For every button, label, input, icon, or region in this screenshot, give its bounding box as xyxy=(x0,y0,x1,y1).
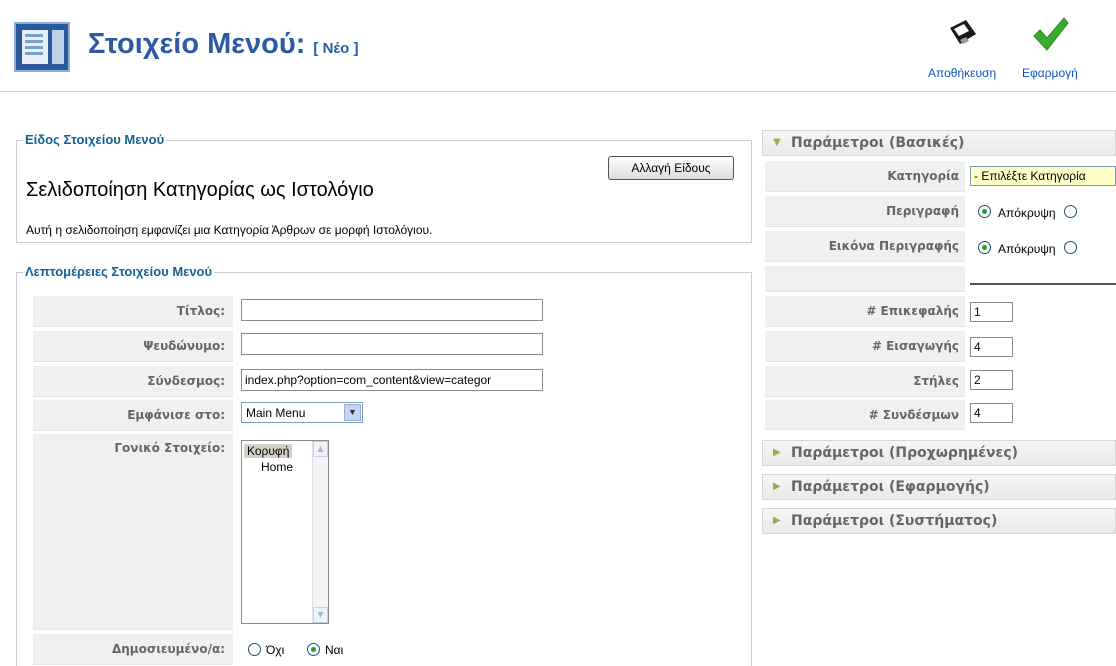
description-show-radio[interactable] xyxy=(1064,205,1077,218)
params-system-header[interactable]: ▶ Παράμετροι (Συστήματος) xyxy=(762,508,1116,534)
menu-item-icon xyxy=(14,22,70,72)
description-hide-radio[interactable] xyxy=(978,205,991,218)
intro-input[interactable]: 4 xyxy=(970,337,1013,357)
link-input[interactable]: index.php?option=com_content&view=catego… xyxy=(241,369,543,391)
description-label: Περιγραφή xyxy=(765,196,965,227)
display-in-select[interactable]: Main Menu ▼ xyxy=(241,402,363,423)
desc-image-hide-radio[interactable] xyxy=(978,241,991,254)
published-no-radio[interactable] xyxy=(248,643,261,656)
display-in-label: Εμφάνισε στο: xyxy=(33,400,233,431)
desc-image-label: Εικόνα Περιγραφής xyxy=(765,231,965,262)
published-yes-radio[interactable] xyxy=(307,643,320,656)
published-label: Δημοσιευμένο/α: xyxy=(33,634,233,665)
params-basic-title: Παράμετροι (Βασικές) xyxy=(791,135,965,151)
leading-label: # Επικεφαλής xyxy=(765,296,965,327)
category-label: Κατηγορία xyxy=(765,161,965,192)
collapsed-arrow-icon: ▶ xyxy=(773,515,781,526)
change-type-button[interactable]: Αλλαγή Είδους xyxy=(608,156,734,180)
listbox-scrollbar[interactable]: ▲ ▼ xyxy=(312,441,328,623)
columns-input[interactable]: 2 xyxy=(970,370,1013,390)
checkmark-icon xyxy=(1033,17,1069,51)
params-advanced-title: Παράμετροι (Προχωρημένες) xyxy=(791,445,1019,461)
spacer-row xyxy=(765,266,965,292)
params-basic-header[interactable]: ▼ Παράμετροι (Βασικές) xyxy=(762,130,1116,156)
links-label: # Συνδέσμων xyxy=(765,400,965,430)
divider xyxy=(970,283,1116,285)
floppy-disk-icon xyxy=(950,20,977,44)
toolbar-header: Στοιχείο Μενού: [ Νέο ] Αποθήκευση Εφαρμο… xyxy=(0,0,1116,92)
params-component-header[interactable]: ▶ Παράμετροι (Εφαρμογής) xyxy=(762,474,1116,500)
desc-image-hide-label: Απόκρυψη xyxy=(998,242,1056,256)
scroll-up-icon[interactable]: ▲ xyxy=(313,441,328,457)
description-hide-label: Απόκρυψη xyxy=(998,206,1056,220)
params-component-title: Παράμετροι (Εφαρμογής) xyxy=(791,479,990,495)
collapsed-arrow-icon: ▶ xyxy=(773,481,781,492)
parent-item-listbox[interactable]: Κορυφή Home ▲ ▼ xyxy=(241,440,329,624)
intro-label: # Εισαγωγής xyxy=(765,331,965,362)
apply-button-label: Εφαρμογή xyxy=(1022,66,1078,80)
menu-type-description: Αυτή η σελιδοποίηση εμφανίζει μια Κατηγο… xyxy=(26,223,433,237)
page-title: Στοιχείο Μενού: [ Νέο ] xyxy=(88,28,359,61)
leading-input[interactable]: 1 xyxy=(970,302,1013,322)
columns-label: Στήλες xyxy=(765,366,965,397)
title-label: Τίτλος: xyxy=(33,296,233,327)
expanded-arrow-icon: ▼ xyxy=(773,137,781,148)
menu-type-legend: Είδος Στοιχείου Μενού xyxy=(23,132,167,147)
menu-details-legend: Λεπτομέρειες Στοιχείου Μενού xyxy=(23,264,215,279)
scroll-down-icon[interactable]: ▼ xyxy=(313,607,328,623)
params-advanced-header[interactable]: ▶ Παράμετροι (Προχωρημένες) xyxy=(762,440,1116,466)
display-in-value: Main Menu xyxy=(246,406,306,420)
published-yes-label: Ναι xyxy=(325,643,344,657)
parent-label: Γονικό Στοιχείο: xyxy=(33,434,233,630)
parent-option-home[interactable]: Home xyxy=(258,460,296,474)
alias-label: Ψευδώνυμο: xyxy=(33,331,233,362)
link-label: Σύνδεσμος: xyxy=(33,366,233,397)
page-title-text: Στοιχείο Μενού: xyxy=(88,28,306,60)
title-input[interactable] xyxy=(241,299,543,321)
collapsed-arrow-icon: ▶ xyxy=(773,447,781,458)
links-input[interactable]: 4 xyxy=(970,403,1013,423)
published-no-label: Όχι xyxy=(266,643,285,657)
menu-type-title: Σελιδοποίηση Κατηγορίας ως Ιστολόγιο xyxy=(26,179,374,201)
parent-option-top[interactable]: Κορυφή xyxy=(244,444,293,458)
save-button[interactable]: Αποθήκευση xyxy=(928,14,996,80)
save-button-label: Αποθήκευση xyxy=(928,66,997,80)
desc-image-show-radio[interactable] xyxy=(1064,241,1077,254)
chevron-down-icon[interactable]: ▼ xyxy=(344,404,361,421)
page-title-tag: [ Νέο ] xyxy=(313,40,359,57)
apply-button[interactable]: Εφαρμογή xyxy=(1022,14,1078,80)
params-system-title: Παράμετροι (Συστήματος) xyxy=(791,513,998,529)
category-select[interactable]: - Επιλέξτε Κατηγορία xyxy=(970,166,1116,186)
alias-input[interactable] xyxy=(241,333,543,355)
